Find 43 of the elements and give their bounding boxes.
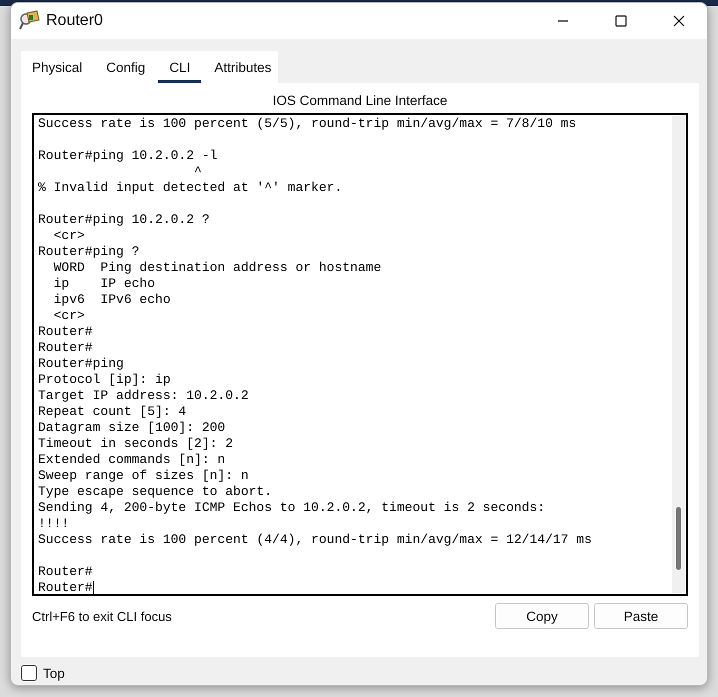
tab[interactable]: Physical	[21, 57, 94, 83]
checkbox-label: Top	[43, 666, 65, 680]
terminal-line: WORD Ping destination address or hostname	[52, 260, 382, 276]
terminal-line: Extended commands [n]: n	[38, 452, 226, 468]
router-magnifier-icon	[19, 10, 41, 32]
action-button[interactable]: Paste	[594, 603, 688, 629]
action-button[interactable]: Copy	[495, 603, 589, 629]
terminal-line: Router#ping	[38, 356, 124, 372]
terminal-line: Timeout in seconds [2]: 2	[38, 436, 234, 452]
close-icon[interactable]	[673, 15, 685, 27]
terminal-line: Success rate is 100 percent (4/4), round-trip min/avg/max = 12/14/17 ms	[38, 532, 592, 548]
top-checkbox[interactable]	[21, 665, 37, 681]
terminal-line: Router#ping ?	[38, 244, 140, 260]
terminal-line: <cr>	[52, 308, 85, 324]
terminal-line: Router#	[38, 580, 93, 596]
text-cursor	[92, 581, 94, 595]
terminal-line: Sending 4, 200-byte ICMP Echos to 10.2.0.2, timeout is 2 seconds:	[38, 500, 546, 516]
panel-title: IOS Command Line Interface	[272, 93, 448, 110]
scrollbar-thumb[interactable]	[676, 507, 681, 570]
terminal-line: ^	[193, 164, 202, 180]
terminal-line: ipv6 IPv6 echo	[52, 292, 171, 308]
terminal-line: !!!!	[38, 516, 70, 532]
terminal-line: Router#	[38, 564, 93, 580]
terminal-line: Repeat count [5]: 4	[38, 404, 186, 420]
terminal-line: ip IP echo	[52, 276, 156, 292]
terminal-line: Router#	[38, 324, 93, 340]
terminal-line: Type escape sequence to abort.	[38, 484, 272, 500]
tab[interactable]: Attributes	[203, 57, 282, 83]
terminal-line: % Invalid input detected at '^' marker.	[38, 180, 342, 196]
terminal-line: Router#	[38, 340, 93, 356]
terminal-line: Sweep range of sizes [n]: n	[38, 468, 249, 484]
terminal-line: Success rate is 100 percent (5/5), round-trip min/avg/max = 7/8/10 ms	[38, 116, 576, 132]
terminal-console[interactable]	[32, 113, 688, 596]
terminal-line: Datagram size [100]: 200	[38, 420, 226, 436]
terminal-line: Router#ping 10.2.0.2 ?	[38, 212, 210, 228]
terminal-line: Protocol [ip]: ip	[38, 372, 171, 388]
terminal-line: <cr>	[52, 228, 85, 244]
maximize-icon[interactable]	[615, 15, 627, 27]
focus-hint: Ctrl+F6 to exit CLI focus	[32, 608, 172, 624]
window-title: Router0	[46, 12, 103, 30]
terminal-line: Router#ping 10.2.0.2 -l	[38, 148, 218, 164]
tab[interactable]: Config	[95, 57, 156, 83]
terminal-line: Target IP address: 10.2.0.2	[38, 388, 249, 404]
